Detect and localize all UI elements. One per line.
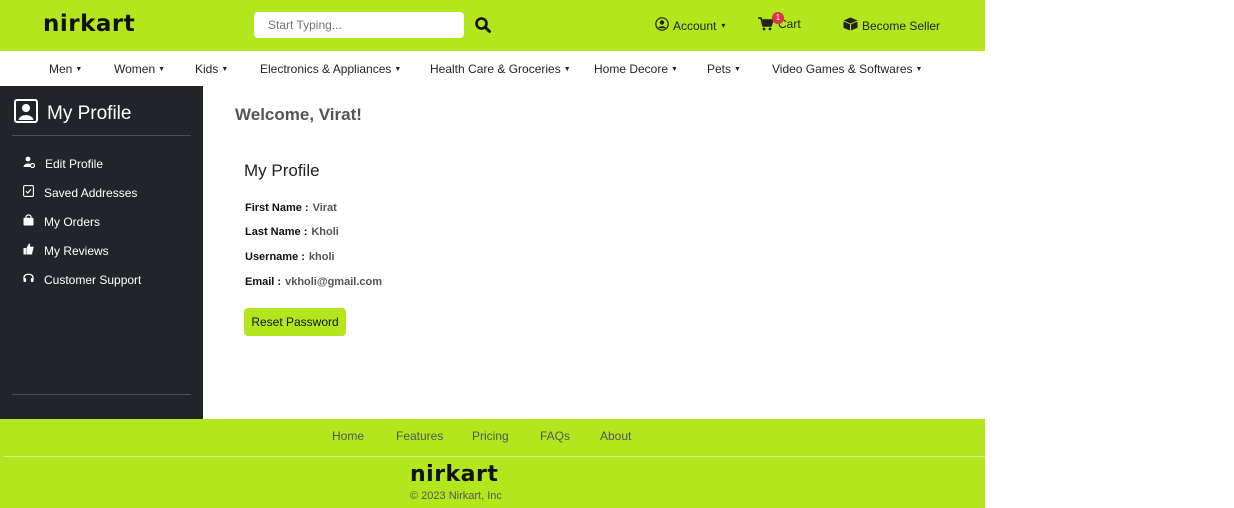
field-label: Email : [245,276,282,288]
account-label: Account [673,18,717,33]
last-name-field: Last Name : Kholi [245,226,339,238]
profile-card-title: My Profile [244,161,320,180]
cart-icon: 1 [758,12,784,31]
field-value: vkholi@gmail.com [285,276,382,288]
chevron-down-icon: ▼ [734,66,741,73]
top-navbar: nirkart Account ▾ 1 Cart Become Seller [0,0,985,51]
category-video-games[interactable]: Video Games & Softwares ▼ [772,62,922,76]
footer-link-pricing[interactable]: Pricing [472,429,509,443]
footer-link-about[interactable]: About [600,429,631,443]
footer-link-faqs[interactable]: FAQs [540,429,570,443]
chevron-down-icon: ▼ [394,66,402,73]
category-men[interactable]: Men ▼ [49,62,82,76]
welcome-heading: Welcome, Virat! [235,105,362,124]
chevron-down-icon: ▼ [915,66,923,73]
category-health-care[interactable]: Health Care & Groceries ▼ [430,62,571,76]
sidebar-title: My Profile [47,102,132,124]
chevron-down-icon: ▼ [158,66,166,73]
sidebar-item-saved-addresses[interactable]: Saved Addresses [23,185,137,200]
user-circle-icon [655,17,669,34]
user-edit-icon [23,156,36,171]
category-nav: Men ▼ Women ▼ Kids ▼ Electronics & Applianc… [0,51,985,86]
chevron-down-icon: ▼ [221,66,229,73]
chevron-down-icon: ▼ [671,66,678,73]
category-pets[interactable]: Pets ▼ [707,62,741,76]
first-name-field: First Name : Virat [245,202,337,214]
field-value: Virat [312,202,337,214]
user-square-icon [14,99,38,128]
sidebar-header: My Profile [14,99,131,128]
search-input[interactable] [254,12,464,38]
sidebar-item-my-orders[interactable]: My Orders [23,214,100,229]
chevron-down-icon: ▼ [563,66,571,73]
become-seller-label: Become Seller [862,18,941,33]
shopping-bag-icon [23,214,34,229]
category-home-decore[interactable]: Home Decore ▼ [594,62,678,76]
chevron-down-icon: ▼ [75,66,83,73]
field-value: kholi [308,251,335,263]
sidebar-bottom-divider [12,394,191,395]
field-label: First Name : [245,202,309,214]
field-value: Kholi [311,226,339,238]
cart-link[interactable]: 1 Cart [758,12,801,31]
thumbs-up-icon [23,243,34,258]
footer-logo: nirkart [410,462,499,487]
category-women[interactable]: Women ▼ [114,62,165,76]
footer: Home Features Pricing FAQs About nirkart… [0,419,985,508]
field-label: Last Name : [245,226,308,238]
cart-count-badge: 1 [772,12,784,24]
box-icon [843,17,858,34]
sidebar-item-edit-profile[interactable]: Edit Profile [23,156,103,171]
category-kids[interactable]: Kids ▼ [195,62,228,76]
profile-sidebar: My Profile Edit Profile Saved Addresses … [0,86,203,419]
reset-password-button[interactable]: Reset Password [244,308,346,336]
sidebar-item-customer-support[interactable]: Customer Support [23,272,141,287]
page: nirkart Account ▾ 1 Cart Become Seller [0,0,985,508]
copyright-text: © 2023 Nirkart, Inc [410,490,502,502]
search-icon[interactable] [474,16,492,34]
address-book-icon [23,185,34,200]
brand-logo[interactable]: nirkart [43,11,135,37]
account-dropdown[interactable]: Account ▾ [655,17,725,34]
headset-icon [23,272,34,287]
field-label: Username : [245,251,305,263]
chevron-down-icon: ▾ [721,21,726,30]
username-field: Username : kholi [245,251,335,263]
footer-divider [4,456,985,457]
category-electronics[interactable]: Electronics & Appliances ▼ [260,62,401,76]
become-seller-link[interactable]: Become Seller [843,17,940,34]
footer-link-features[interactable]: Features [396,429,443,443]
footer-link-home[interactable]: Home [332,429,364,443]
sidebar-divider [12,135,191,136]
email-field: Email : vkholi@gmail.com [245,276,382,288]
sidebar-item-my-reviews[interactable]: My Reviews [23,243,109,258]
